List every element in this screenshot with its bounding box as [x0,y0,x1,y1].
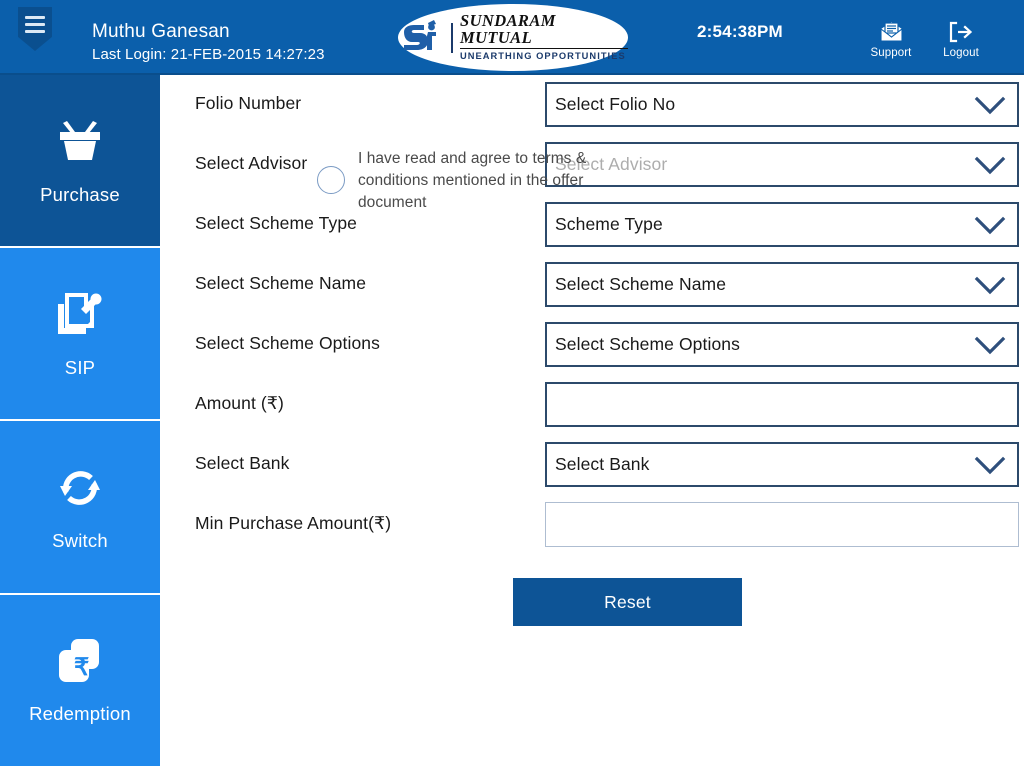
field-label: Select Bank [195,453,290,473]
scheme-type-dropdown[interactable]: Scheme Type [545,202,1019,247]
shopping-basket-icon [54,116,106,168]
scheme-name-dropdown[interactable]: Select Scheme Name [545,262,1019,307]
refresh-arrows-icon [54,462,106,514]
envelope-icon [879,20,904,44]
sidebar-nav: Purchase SIP Switch ₹ Redemption [0,75,160,768]
user-info: Muthu Ganesan Last Login: 21-FEB-2015 14… [92,20,325,66]
scheme-type-value: Scheme Type [555,214,663,234]
folio-number-value: Select Folio No [555,94,676,114]
select-advisor-value: Select Advisor [555,154,668,174]
field-label: Folio Number [195,93,302,113]
field-label: Amount (₹) [195,393,284,413]
scheme-options-value: Select Scheme Options [555,334,740,354]
logo-divider [451,22,453,53]
logo-text: SUNDARAM MUTUAL UNEARTHING OPPORTUNITIES [460,13,628,61]
logout-button[interactable]: Logout [930,20,992,59]
sidebar-item-label: Switch [52,529,108,551]
hamburger-bar [25,15,45,19]
field-label: Select Scheme Type [195,213,357,233]
logo-tagline: UNEARTHING OPPORTUNITIES [460,51,626,62]
chevron-down-icon [974,156,1006,174]
sidebar-item-label: SIP [64,356,96,378]
brand-logo: SUNDARAM MUTUAL UNEARTHING OPPORTUNITIES [398,4,628,71]
purchase-form: Folio Number Select Folio No Select Advi… [160,75,1024,768]
clock-display: 2:54:38PM [697,22,783,41]
logo-title: SUNDARAM MUTUAL [460,13,628,50]
user-name: Muthu Ganesan [92,21,230,42]
sundaram-monogram-icon [398,19,444,56]
select-advisor-dropdown[interactable]: Select Advisor [545,142,1019,187]
field-label: Select Scheme Name [195,273,367,293]
app-header: Muthu Ganesan Last Login: 21-FEB-2015 14… [0,0,1024,75]
terms-checkbox[interactable] [317,166,345,194]
chevron-down-icon [974,456,1006,474]
scheme-name-value: Select Scheme Name [555,274,727,294]
last-login-text: Last Login: 21-FEB-2015 14:27:23 [92,46,325,63]
sidebar-item-sip[interactable]: SIP [0,248,160,422]
terms-label: I have read and agree to terms & conditi… [358,150,587,211]
logout-label: Logout [943,47,979,59]
min-purchase-amount-input [545,502,1019,547]
select-bank-dropdown[interactable]: Select Bank [545,442,1019,487]
support-button[interactable]: Support [860,20,922,59]
reset-button[interactable]: Reset [513,578,742,626]
chevron-down-icon [974,276,1006,294]
field-label: Select Advisor [195,153,308,173]
logout-icon [948,20,974,44]
rupee-cards-icon: ₹ [53,635,107,687]
field-label: Select Scheme Options [195,333,380,353]
document-pen-icon [54,289,106,341]
svg-text:₹: ₹ [74,654,89,681]
folio-number-dropdown[interactable]: Select Folio No [545,82,1019,127]
sidebar-item-switch[interactable]: Switch [0,421,160,595]
chevron-down-icon [974,336,1006,354]
hamburger-bar [25,22,45,26]
sidebar-item-label: Redemption [29,703,131,725]
select-bank-value: Select Bank [555,454,650,474]
hamburger-bar [25,29,45,33]
support-label: Support [870,47,912,59]
sidebar-item-purchase[interactable]: Purchase [0,75,160,249]
amount-input[interactable] [545,382,1019,427]
scheme-options-dropdown[interactable]: Select Scheme Options [545,322,1019,367]
app-root: Muthu Ganesan Last Login: 21-FEB-2015 14… [0,0,1024,768]
sidebar-item-label: Purchase [40,183,120,205]
sidebar-item-redemption[interactable]: ₹ Redemption [0,594,160,768]
hamburger-menu-icon[interactable] [18,7,52,51]
field-label: Min Purchase Amount(₹) [195,513,392,533]
chevron-down-icon [974,216,1006,234]
chevron-down-icon [974,96,1006,114]
